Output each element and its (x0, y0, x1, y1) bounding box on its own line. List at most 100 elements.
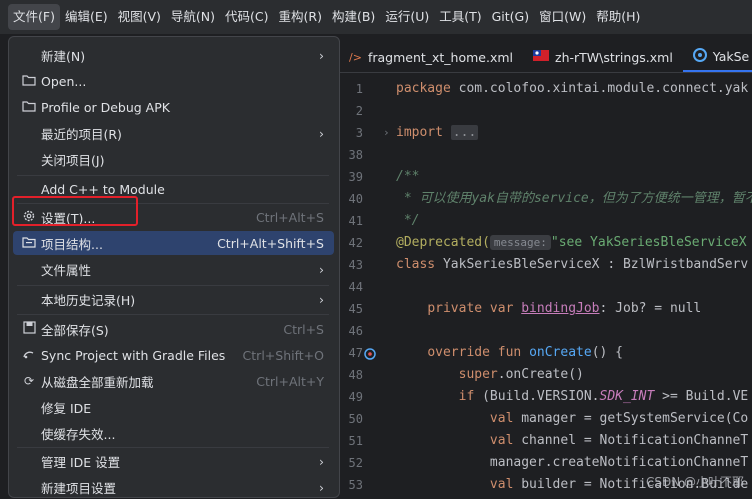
menu-item-label: Profile or Debug APK (41, 99, 170, 115)
code-token: override fun (427, 345, 522, 360)
menu-help[interactable]: 帮助(H) (591, 4, 645, 30)
menu-item-profile-debug-apk[interactable]: Profile or Debug APK (13, 95, 334, 119)
code-token: super (458, 367, 498, 382)
reload-icon: ⟳ (23, 374, 35, 388)
code-token: class (396, 257, 436, 272)
line-number: 49 (348, 390, 363, 404)
code-token: (Build.VERSION. (474, 389, 600, 404)
menu-item-invalidate-caches[interactable]: 使缓存失效... (13, 421, 334, 445)
menu-item-new-project-settings[interactable]: 新建项目设置 › (13, 475, 334, 499)
menu-navigate[interactable]: 导航(N) (166, 4, 220, 30)
menu-view[interactable]: 视图(V) (113, 4, 166, 30)
line-number: 53 (348, 478, 363, 492)
code-token: channel = NotificationChanneT (513, 433, 749, 448)
code-token: "see YakSeriesBleServiceX (550, 235, 747, 250)
line-number: 48 (348, 368, 363, 382)
line-number: 47 (348, 346, 363, 360)
code-token: private var (427, 301, 514, 316)
menu-refactor[interactable]: 重构(R) (274, 4, 327, 30)
menu-item-label: 项目结构... (41, 236, 103, 252)
line-number: 43 (348, 258, 363, 272)
code-comment: */ (396, 213, 420, 228)
code-token: onCreate (529, 345, 592, 360)
menu-item-label: 使缓存失效... (41, 426, 116, 442)
line-number: 51 (348, 434, 363, 448)
menu-item-label: 管理 IDE 设置 (41, 454, 121, 470)
line-number: 44 (348, 280, 363, 294)
menu-item-new[interactable]: 新建(N) › (13, 43, 334, 67)
tab-label: YakSe (712, 48, 750, 64)
code-token: >= Build.VE (654, 389, 749, 404)
line-number: 2 (355, 104, 363, 118)
chevron-right-icon: › (319, 453, 324, 469)
line-number: 38 (348, 148, 363, 162)
xml-icon: /> (349, 50, 362, 64)
code-token: manager.createNotificationChanneT (489, 455, 749, 470)
menu-file[interactable]: 文件(F) (8, 4, 60, 30)
menu-item-local-history[interactable]: 本地历史记录(H) › (13, 287, 334, 311)
gradle-sync-icon (19, 348, 39, 363)
line-number: 1 (355, 82, 363, 96)
menu-code[interactable]: 代码(C) (220, 4, 273, 30)
editor-tabs: /> fragment_xt_home.xml zh-rTW\strings.x… (339, 42, 752, 73)
menu-item-open[interactable]: Open... (13, 69, 334, 93)
shortcut-label: Ctrl+S (283, 321, 324, 337)
menu-separator (17, 175, 329, 176)
code-view[interactable]: package com.colofoo.xintai.module.connec… (396, 78, 752, 496)
menu-item-label: Open... (41, 73, 87, 89)
tab-yakseries-service[interactable]: YakSe (682, 42, 752, 72)
menu-item-save-all[interactable]: 全部保存(S) Ctrl+S (13, 317, 334, 341)
chevron-right-icon: › (319, 479, 324, 495)
code-token: manager = getSystemService(Co (513, 411, 749, 426)
override-gutter-icon[interactable] (363, 342, 377, 364)
code-token: : Job? = null (599, 301, 702, 316)
line-number: 50 (348, 412, 363, 426)
menu-item-label: Add C++ to Module (41, 181, 165, 197)
menu-run[interactable]: 运行(U) (380, 4, 434, 30)
fold-arrow-icon[interactable]: › (383, 122, 390, 144)
line-number: 40 (348, 192, 363, 206)
chevron-right-icon: › (319, 47, 324, 63)
menu-item-manage-ide-settings[interactable]: 管理 IDE 设置 › (13, 449, 334, 473)
menu-item-gradle-sync[interactable]: Sync Project with Gradle Files Ctrl+Shift… (13, 343, 334, 367)
menu-build[interactable]: 构建(B) (327, 4, 380, 30)
menu-item-file-properties[interactable]: 文件属性 › (13, 257, 334, 281)
chevron-right-icon: › (319, 125, 324, 141)
shortcut-label: Ctrl+Alt+Y (256, 373, 324, 389)
line-number-gutter: 1 2 3 38 39 40 41 42 43 44 45 46 47 48 4… (339, 78, 394, 496)
line-number: 52 (348, 456, 363, 470)
tab-label: fragment_xt_home.xml (367, 49, 514, 65)
folder-icon (19, 74, 39, 89)
folded-imports[interactable]: ... (450, 125, 479, 140)
kotlin-icon (692, 47, 707, 65)
menu-window[interactable]: 窗口(W) (534, 4, 591, 30)
menu-bar: 文件(F) 编辑(E) 视图(V) 导航(N) 代码(C) 重构(R) 构建(B… (0, 0, 752, 34)
menu-item-recent-projects[interactable]: 最近的项目(R) › (13, 121, 334, 145)
menu-item-close-project[interactable]: 关闭项目(J) (13, 147, 334, 171)
shortcut-label: Ctrl+Shift+O (242, 347, 324, 363)
menu-item-label: 新建(N) (41, 48, 86, 64)
code-token: bindingJob (521, 301, 600, 316)
menu-separator (17, 285, 329, 286)
code-token: import (396, 125, 443, 140)
file-menu-dropdown: 新建(N) › Open... Profile or Debug APK 最近的项… (8, 36, 340, 498)
line-number: 3 (355, 126, 363, 140)
menu-item-repair-ide[interactable]: 修复 IDE (13, 395, 334, 419)
menu-item-label: 最近的项目(R) (41, 126, 122, 142)
tab-fragment-xt-home[interactable]: /> fragment_xt_home.xml (339, 42, 523, 72)
menu-item-label: 文件属性 (41, 262, 92, 278)
code-token: SDK_INT (599, 389, 655, 404)
menu-item-reload-from-disk[interactable]: ⟳ 从磁盘全部重新加载 Ctrl+Alt+Y (13, 369, 334, 393)
menu-edit[interactable]: 编辑(E) (60, 4, 113, 30)
shortcut-label: Ctrl+Alt+S (255, 209, 324, 225)
line-number: 39 (348, 170, 363, 184)
menu-item-label: Sync Project with Gradle Files (41, 347, 226, 363)
tab-strings-zh-tw[interactable]: zh-rTW\strings.xml (523, 42, 683, 72)
menu-tools[interactable]: 工具(T) (434, 4, 486, 30)
menu-item-label: 本地历史记录(H) (41, 292, 136, 308)
code-token: val (489, 433, 514, 448)
code-token: com.colofoo.xintai.module.connect.yak (450, 81, 749, 96)
menu-item-project-structure[interactable]: 项目结构... Ctrl+Alt+Shift+S (13, 231, 334, 255)
menu-git[interactable]: Git(G) (487, 4, 535, 30)
code-token: val (489, 477, 514, 492)
